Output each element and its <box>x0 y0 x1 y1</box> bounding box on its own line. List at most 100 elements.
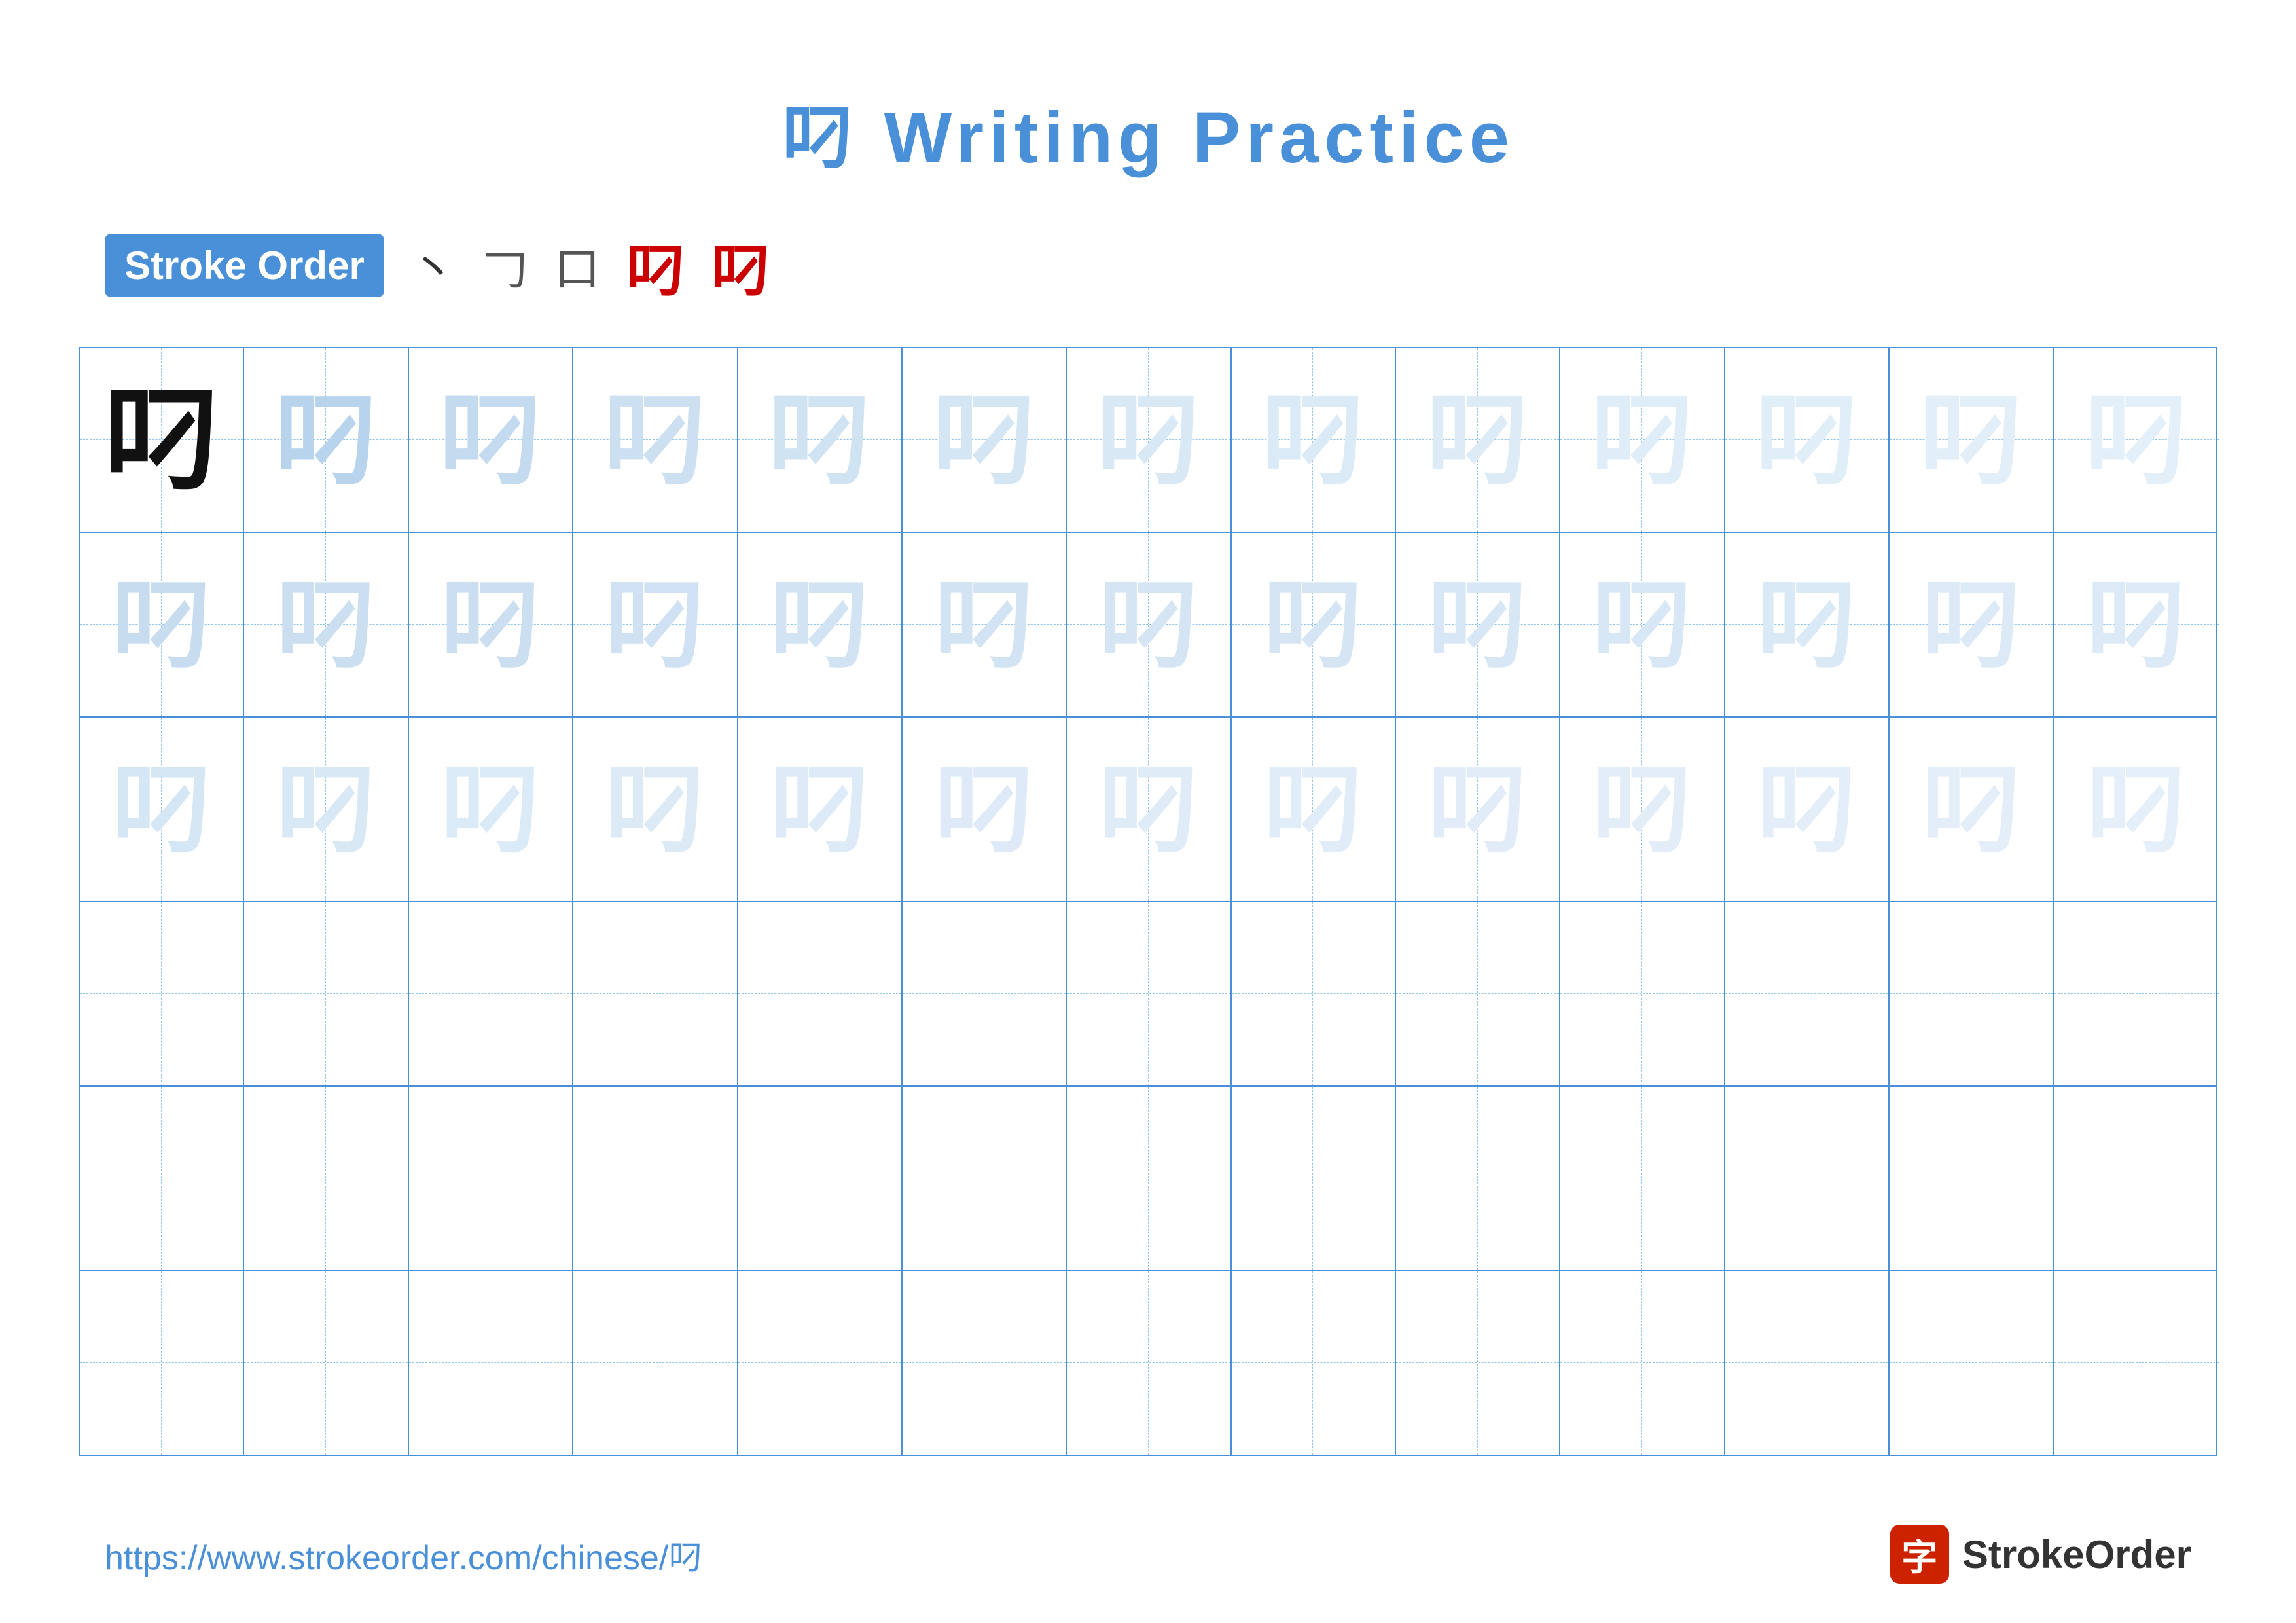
grid-cell-r4c9[interactable] <box>1396 902 1560 1085</box>
grid-cell-r2c11[interactable]: 叼 <box>1725 533 1890 716</box>
grid-cell-r5c8[interactable] <box>1232 1087 1396 1270</box>
grid-cell-r3c8[interactable]: 叼 <box>1232 718 1396 901</box>
grid-cell-r6c8[interactable] <box>1232 1271 1396 1455</box>
grid-cell-r4c8[interactable] <box>1232 902 1396 1085</box>
grid-cell-r2c8[interactable]: 叼 <box>1232 533 1396 716</box>
stroke-step-2: 𠃌 <box>482 232 528 299</box>
grid-cell-r2c4[interactable]: 叼 <box>573 533 738 716</box>
stroke-order-section: Stroke Order 丶 𠃌 口 叼 叼 <box>0 223 2296 308</box>
grid-cell-r1c2[interactable]: 叼 <box>244 348 408 532</box>
char-guide: 叼 <box>276 574 377 676</box>
grid-cell-r1c8[interactable]: 叼 <box>1232 348 1396 532</box>
grid-cell-r5c1[interactable] <box>80 1087 244 1270</box>
grid-cell-r1c10[interactable]: 叼 <box>1560 348 1725 532</box>
grid-cell-r3c3[interactable]: 叼 <box>409 718 573 901</box>
grid-cell-r5c4[interactable] <box>573 1087 738 1270</box>
char-guide: 叼 <box>1261 388 1365 492</box>
grid-cell-r3c5[interactable]: 叼 <box>738 718 903 901</box>
stroke-steps: 丶 𠃌 口 叼 叼 <box>410 223 770 308</box>
grid-row-3: 叼 叼 叼 叼 叼 叼 叼 叼 叼 叼 叼 叼 <box>80 718 2216 902</box>
grid-cell-r2c7[interactable]: 叼 <box>1067 533 1231 716</box>
grid-cell-r6c1[interactable] <box>80 1271 244 1455</box>
grid-cell-r3c11[interactable]: 叼 <box>1725 718 1890 901</box>
grid-cell-r3c7[interactable]: 叼 <box>1067 718 1231 901</box>
footer-url[interactable]: https://www.strokeorder.com/chinese/叼 <box>105 1530 702 1579</box>
grid-cell-r6c2[interactable] <box>244 1271 408 1455</box>
grid-cell-r4c12[interactable] <box>1890 902 2054 1085</box>
grid-cell-r1c6[interactable]: 叼 <box>903 348 1067 532</box>
grid-cell-r5c12[interactable] <box>1890 1087 2054 1270</box>
grid-cell-r1c11[interactable]: 叼 <box>1725 348 1890 532</box>
grid-cell-r4c5[interactable] <box>738 902 903 1085</box>
grid-cell-r4c1[interactable] <box>80 902 244 1085</box>
grid-cell-r1c12[interactable]: 叼 <box>1890 348 2054 532</box>
grid-cell-r3c2[interactable]: 叼 <box>244 718 408 901</box>
grid-cell-r3c10[interactable]: 叼 <box>1560 718 1725 901</box>
grid-cell-r1c4[interactable]: 叼 <box>573 348 738 532</box>
grid-cell-r5c3[interactable] <box>409 1087 573 1270</box>
grid-cell-r6c3[interactable] <box>409 1271 573 1455</box>
grid-cell-r2c1[interactable]: 叼 <box>80 533 244 716</box>
grid-cell-r6c12[interactable] <box>1890 1271 2054 1455</box>
grid-cell-r4c7[interactable] <box>1067 902 1231 1085</box>
grid-cell-r5c10[interactable] <box>1560 1087 1725 1270</box>
grid-cell-r1c7[interactable]: 叼 <box>1067 348 1231 532</box>
grid-cell-r3c1[interactable]: 叼 <box>80 718 244 901</box>
grid-cell-r1c1[interactable]: 叼 <box>80 348 244 532</box>
char-guide: 叼 <box>1919 388 2024 492</box>
grid-cell-r3c13[interactable]: 叼 <box>2054 718 2219 901</box>
footer-brand: 字 StrokeOrder <box>1890 1525 2191 1584</box>
grid-cell-r6c4[interactable] <box>573 1271 738 1455</box>
grid-cell-r3c12[interactable]: 叼 <box>1890 718 2054 901</box>
grid-cell-r4c3[interactable] <box>409 902 573 1085</box>
grid-cell-r6c13[interactable] <box>2054 1271 2219 1455</box>
grid-cell-r4c13[interactable] <box>2054 902 2219 1085</box>
stroke-step-4: 叼 <box>626 223 685 308</box>
char-guide: 叼 <box>438 388 543 492</box>
char-guide: 叼 <box>274 388 378 492</box>
grid-cell-r5c2[interactable] <box>244 1087 408 1270</box>
grid-cell-r5c9[interactable] <box>1396 1087 1560 1270</box>
char-guide: 叼 <box>604 574 706 676</box>
grid-cell-r4c2[interactable] <box>244 902 408 1085</box>
writing-grid[interactable]: 叼 叼 叼 叼 叼 叼 叼 叼 叼 叼 叼 叼 <box>79 347 2217 1456</box>
grid-cell-r4c11[interactable] <box>1725 902 1890 1085</box>
grid-row-6 <box>80 1271 2216 1455</box>
grid-cell-r2c13[interactable]: 叼 <box>2054 533 2219 716</box>
grid-cell-r1c13[interactable]: 叼 <box>2054 348 2219 532</box>
grid-cell-r5c11[interactable] <box>1725 1087 1890 1270</box>
grid-cell-r6c9[interactable] <box>1396 1271 1560 1455</box>
grid-cell-r2c5[interactable]: 叼 <box>738 533 903 716</box>
grid-cell-r3c9[interactable]: 叼 <box>1396 718 1560 901</box>
grid-cell-r1c3[interactable]: 叼 <box>409 348 573 532</box>
grid-cell-r1c5[interactable]: 叼 <box>738 348 903 532</box>
grid-cell-r1c9[interactable]: 叼 <box>1396 348 1560 532</box>
grid-cell-r4c4[interactable] <box>573 902 738 1085</box>
char-guide: 叼 <box>2086 759 2187 860</box>
grid-row-2: 叼 叼 叼 叼 叼 叼 叼 叼 叼 叼 叼 叼 <box>80 533 2216 718</box>
char-bold: 叼 <box>103 381 221 499</box>
grid-cell-r4c10[interactable] <box>1560 902 1725 1085</box>
grid-cell-r6c7[interactable] <box>1067 1271 1231 1455</box>
grid-cell-r2c9[interactable]: 叼 <box>1396 533 1560 716</box>
grid-cell-r3c4[interactable]: 叼 <box>573 718 738 901</box>
char-guide: 叼 <box>440 574 541 676</box>
char-guide: 叼 <box>1098 574 1199 676</box>
grid-cell-r6c5[interactable] <box>738 1271 903 1455</box>
char-guide: 叼 <box>933 759 1035 860</box>
grid-cell-r2c3[interactable]: 叼 <box>409 533 573 716</box>
grid-cell-r5c5[interactable] <box>738 1087 903 1270</box>
grid-cell-r6c10[interactable] <box>1560 1271 1725 1455</box>
grid-cell-r5c7[interactable] <box>1067 1087 1231 1270</box>
grid-cell-r5c6[interactable] <box>903 1087 1067 1270</box>
char-guide: 叼 <box>769 759 870 860</box>
grid-cell-r3c6[interactable]: 叼 <box>903 718 1067 901</box>
grid-cell-r5c13[interactable] <box>2054 1087 2219 1270</box>
grid-cell-r6c6[interactable] <box>903 1271 1067 1455</box>
grid-cell-r2c10[interactable]: 叼 <box>1560 533 1725 716</box>
grid-cell-r4c6[interactable] <box>903 902 1067 1085</box>
grid-cell-r6c11[interactable] <box>1725 1271 1890 1455</box>
grid-cell-r2c12[interactable]: 叼 <box>1890 533 2054 716</box>
grid-cell-r2c6[interactable]: 叼 <box>903 533 1067 716</box>
grid-cell-r2c2[interactable]: 叼 <box>244 533 408 716</box>
